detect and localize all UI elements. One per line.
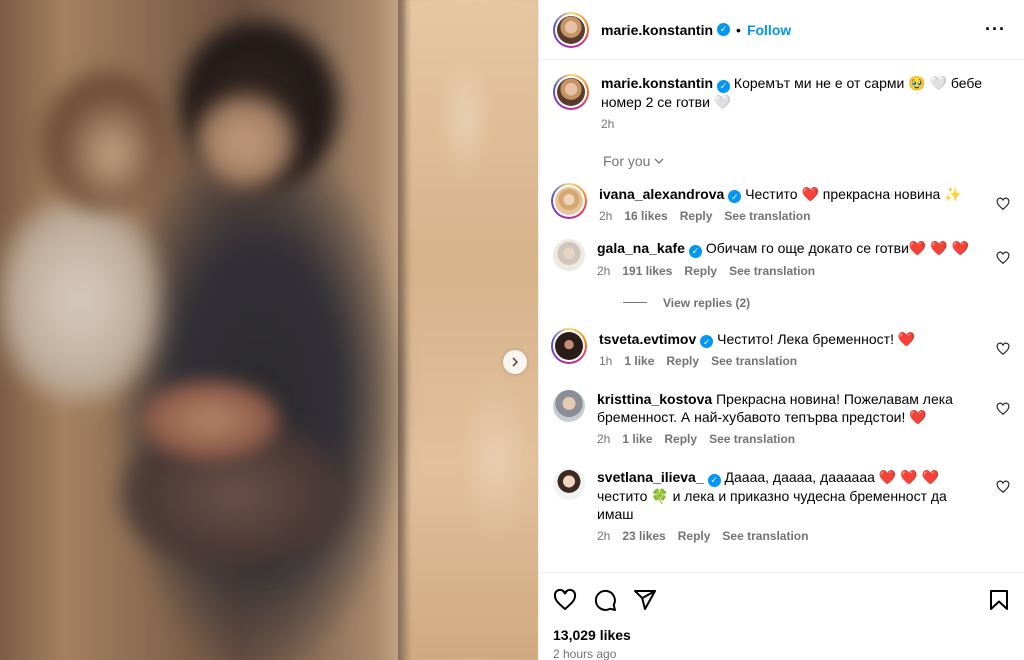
comment-time: 1h [599, 354, 613, 368]
see-translation-button[interactable]: See translation [711, 354, 797, 368]
reply-button[interactable]: Reply [664, 432, 697, 446]
verified-icon: ✓ [707, 473, 721, 487]
caption-avatar[interactable] [553, 74, 589, 110]
see-translation-button[interactable]: See translation [709, 432, 795, 446]
comment-time: 2h [597, 528, 611, 543]
verified-icon: ✓ [728, 190, 742, 203]
chevron-down-icon [655, 158, 664, 164]
comment-username[interactable]: gala_na_kafe [597, 240, 685, 256]
see-translation-button[interactable]: See translation [724, 209, 810, 223]
view-replies-button[interactable]: View replies (2) [623, 296, 1010, 310]
reply-button[interactable]: Reply [678, 529, 711, 543]
media-wall [405, 0, 538, 660]
comment-time: 2h [599, 209, 613, 223]
next-media-button[interactable] [503, 350, 527, 374]
comment-item: kristtina_kostova Прекрасна новина! Поже… [553, 390, 1010, 446]
comment-likes[interactable]: 191 likes [622, 264, 672, 278]
comment-likes[interactable]: 1 like [624, 354, 654, 368]
separator-dot: • [736, 21, 741, 38]
post-panel: marie.konstantin ✓ • Follow ··· marie.ko… [538, 0, 1024, 660]
verified-icon: ✓ [717, 79, 731, 93]
likes-count[interactable]: 13,029 likes [553, 627, 1011, 643]
heart-icon[interactable] [553, 588, 577, 612]
comment-item: ivana_alexandrova ✓ Честито ❤️ прекрасна … [551, 182, 1010, 223]
for-you-filter[interactable]: For you [603, 153, 1010, 169]
post-time-ago: 2 hours ago [553, 647, 617, 660]
comment-time: 2h [597, 432, 611, 446]
comment-likes[interactable]: 1 like [622, 432, 652, 446]
see-translation-button[interactable]: See translation [722, 529, 808, 543]
share-icon[interactable] [633, 588, 657, 612]
post-caption: marie.konstantin ✓ Коремът ми не е от сар… [553, 74, 1010, 131]
comment-time: 2h [597, 263, 611, 278]
media-hands [140, 380, 280, 460]
media-figure-face [195, 95, 295, 190]
comment-username[interactable]: kristtina_kostova [597, 391, 712, 407]
view-replies-label: View replies (2) [663, 295, 751, 310]
verified-icon: ✓ [700, 335, 714, 348]
comment-likes[interactable]: 16 likes [624, 209, 667, 223]
author-avatar[interactable] [553, 11, 589, 48]
post-media [0, 0, 538, 660]
media-child-body [0, 200, 160, 400]
commenter-avatar[interactable] [551, 182, 587, 219]
comment-text: Честито ❤️ прекрасна новина ✨ [745, 185, 962, 202]
reply-button[interactable]: Reply [680, 209, 713, 223]
comment-text: Честито! Лека бременност! ❤️ [717, 330, 916, 347]
post-actions: 13,029 likes 2 hours ago [539, 572, 1024, 660]
save-icon[interactable] [987, 588, 1011, 612]
verified-icon: ✓ [717, 23, 731, 36]
verified-icon: ✓ [688, 244, 702, 258]
chevron-right-icon [512, 357, 519, 367]
commenter-avatar[interactable] [551, 327, 587, 364]
replies-divider [623, 302, 647, 303]
comment-item: svetlana_ilieva_ ✓ Даааа, даааа, даааааа … [553, 468, 1010, 543]
author-username[interactable]: marie.konstantin [601, 22, 713, 38]
like-comment-heart-icon[interactable] [996, 402, 1010, 416]
comment-likes[interactable]: 23 likes [622, 529, 665, 543]
see-translation-button[interactable]: See translation [729, 264, 815, 278]
comment-icon[interactable] [593, 588, 617, 612]
comment-username[interactable]: svetlana_ilieva_ [597, 469, 704, 485]
comment-text: Обичам го още докато се готви❤️ ❤️ ❤️ [705, 240, 969, 256]
like-comment-heart-icon[interactable] [996, 251, 1010, 265]
for-you-label: For you [603, 152, 651, 169]
reply-button[interactable]: Reply [684, 264, 717, 278]
action-icons [553, 587, 1011, 613]
follow-button[interactable]: Follow [747, 22, 791, 38]
comment-username[interactable]: tsveta.evtimov [599, 331, 696, 347]
reply-button[interactable]: Reply [666, 354, 699, 368]
like-comment-heart-icon[interactable] [996, 342, 1010, 356]
caption-username[interactable]: marie.konstantin [601, 75, 713, 91]
caption-time: 2h [601, 116, 615, 131]
commenter-avatar[interactable] [553, 468, 585, 500]
comments-section: marie.konstantin ✓ Коремът ми не е от сар… [539, 60, 1024, 572]
more-icon[interactable]: ··· [985, 19, 1010, 40]
post-header: marie.konstantin ✓ • Follow ··· [539, 0, 1024, 60]
like-comment-heart-icon[interactable] [996, 197, 1010, 211]
comment-item: gala_na_kafe ✓ Обичам го още докато се го… [553, 239, 1010, 278]
comment-username[interactable]: ivana_alexandrova [599, 186, 724, 202]
media-child-head [40, 70, 170, 210]
comment-item: tsveta.evtimov ✓ Честито! Лека бременност… [551, 327, 1010, 368]
commenter-avatar[interactable] [553, 390, 585, 422]
like-comment-heart-icon[interactable] [996, 480, 1010, 494]
commenter-avatar[interactable] [553, 239, 585, 271]
